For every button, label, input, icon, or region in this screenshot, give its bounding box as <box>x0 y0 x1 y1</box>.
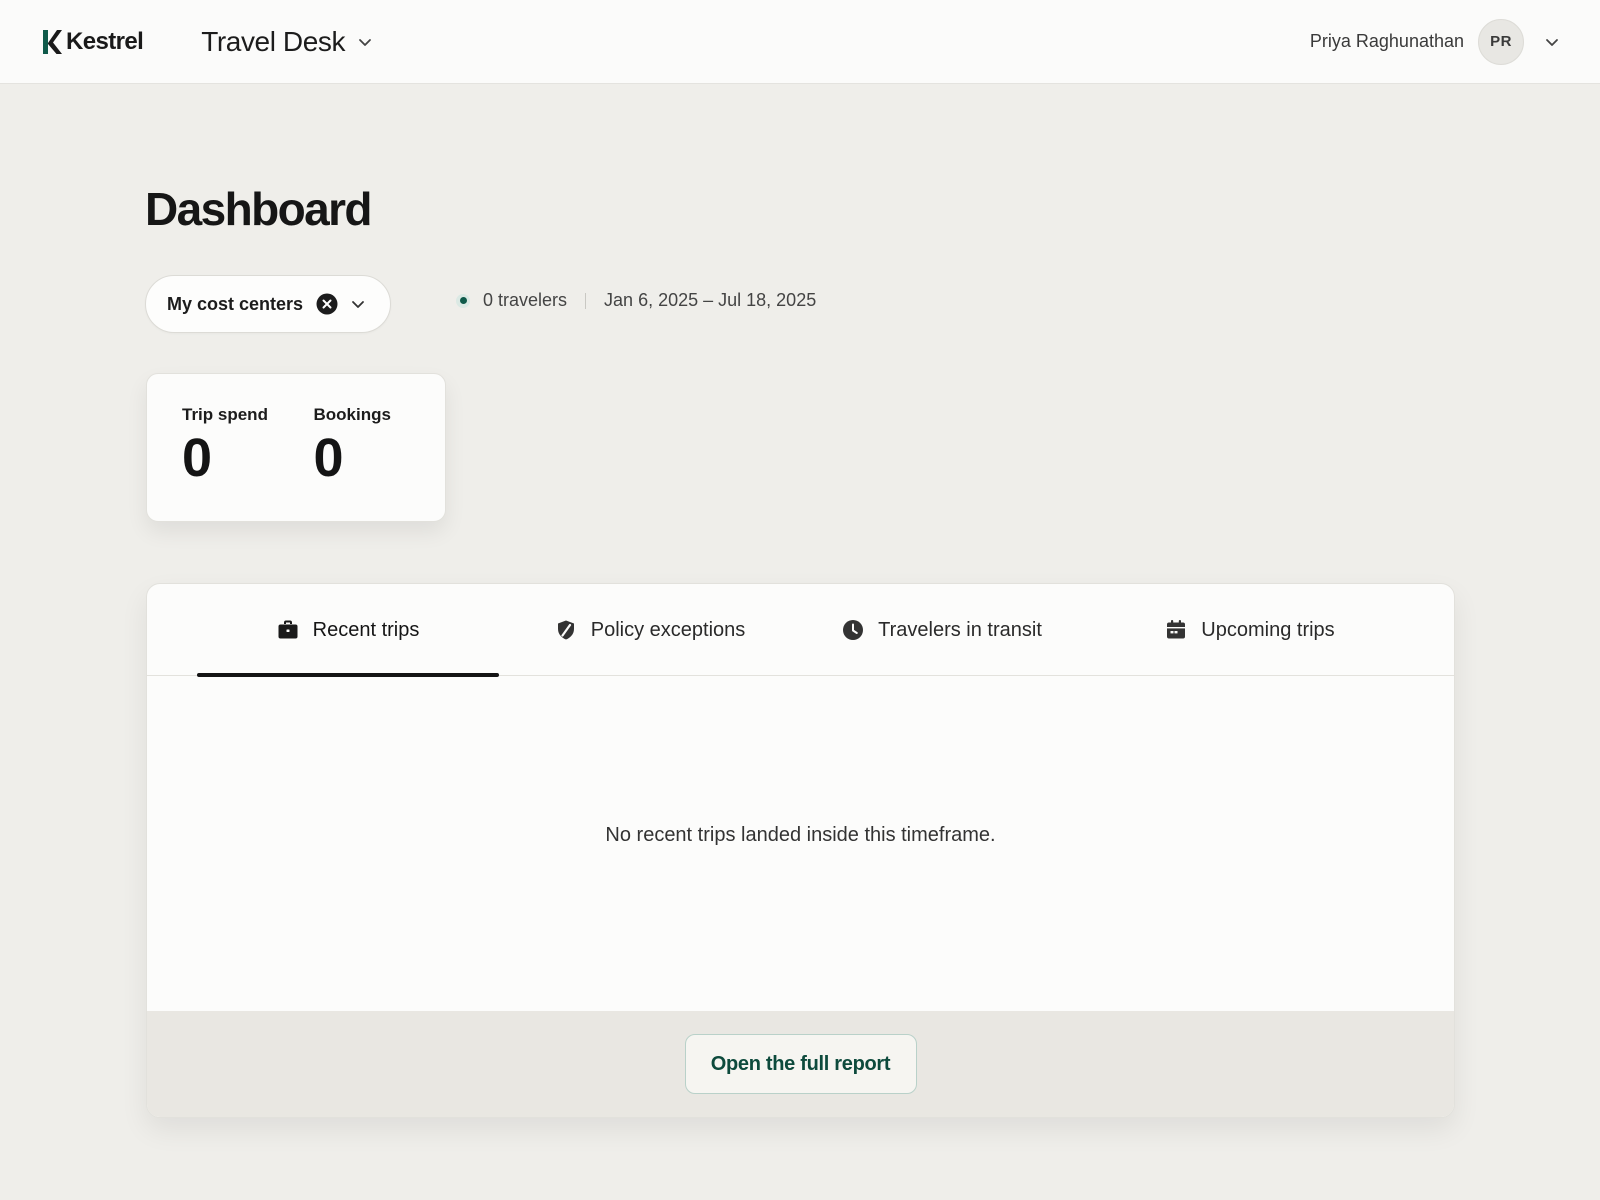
open-full-report-button[interactable]: Open the full report <box>684 1034 917 1094</box>
cost-center-filter[interactable]: My cost centers <box>145 275 391 333</box>
app-name: Travel Desk <box>201 25 346 57</box>
filter-summary: 0 travelers Jan 6, 2025 – Jul 18, 2025 <box>456 290 816 311</box>
tab-label: Policy exceptions <box>590 618 746 641</box>
stat-value: 0 <box>182 428 213 488</box>
brand-name: Kestrel <box>66 27 144 55</box>
chevron-down-icon <box>352 301 364 308</box>
tab-label: Recent trips <box>312 618 420 641</box>
divider <box>585 292 587 309</box>
tab-label: Upcoming trips <box>1201 618 1335 641</box>
briefcase-icon <box>278 620 298 639</box>
tab-recent-trips[interactable]: Recent trips <box>197 584 499 677</box>
user-menu[interactable]: Priya Raghunathan PR <box>1309 18 1560 65</box>
date-range: Jan 6, 2025 – Jul 18, 2025 <box>604 290 817 310</box>
clear-filter-button[interactable] <box>316 293 338 315</box>
stat-value: 0 <box>313 428 344 488</box>
cost-center-filter-label: My cost centers <box>167 293 304 314</box>
brand-logo[interactable]: Kestrel <box>40 27 144 56</box>
clock-icon <box>843 620 864 640</box>
travelers-count: 0 travelers <box>483 290 568 310</box>
stat-label: Bookings <box>313 405 391 424</box>
tab-policy-exceptions[interactable]: Policy exceptions <box>527 584 773 676</box>
tab-bar: Recent trips Policy exceptions Travelers… <box>147 584 1454 677</box>
kestrel-logo-icon <box>43 29 62 54</box>
app-switcher[interactable]: Travel Desk <box>201 26 373 58</box>
chevron-down-icon <box>359 38 372 46</box>
stat-trip-spend: Trip spend 0 <box>182 405 314 521</box>
tab-travelers-in-transit[interactable]: Travelers in transit <box>819 584 1065 676</box>
stat-bookings: Bookings 0 <box>314 405 446 521</box>
trips-panel: Recent trips Policy exceptions Travelers… <box>146 583 1455 1118</box>
avatar[interactable]: PR <box>1478 18 1524 65</box>
tab-label: Travelers in transit <box>878 618 1042 641</box>
shield-icon <box>557 620 574 640</box>
empty-state-message: No recent trips landed inside this timef… <box>605 824 996 846</box>
panel-footer: Open the full report <box>147 1011 1454 1117</box>
user-name: Priya Raghunathan <box>1309 31 1464 51</box>
tab-upcoming-trips[interactable]: Upcoming trips <box>1127 584 1373 676</box>
top-bar: Kestrel Travel Desk Priya Raghunathan PR <box>0 0 1600 84</box>
page-title: Dashboard <box>145 183 372 235</box>
calendar-icon <box>1167 620 1186 639</box>
stats-card: Trip spend 0 Bookings 0 <box>146 373 446 522</box>
close-circle-icon <box>316 293 338 315</box>
status-dot-icon <box>456 293 470 308</box>
chevron-down-icon <box>1546 38 1558 46</box>
stat-label: Trip spend <box>182 405 268 424</box>
